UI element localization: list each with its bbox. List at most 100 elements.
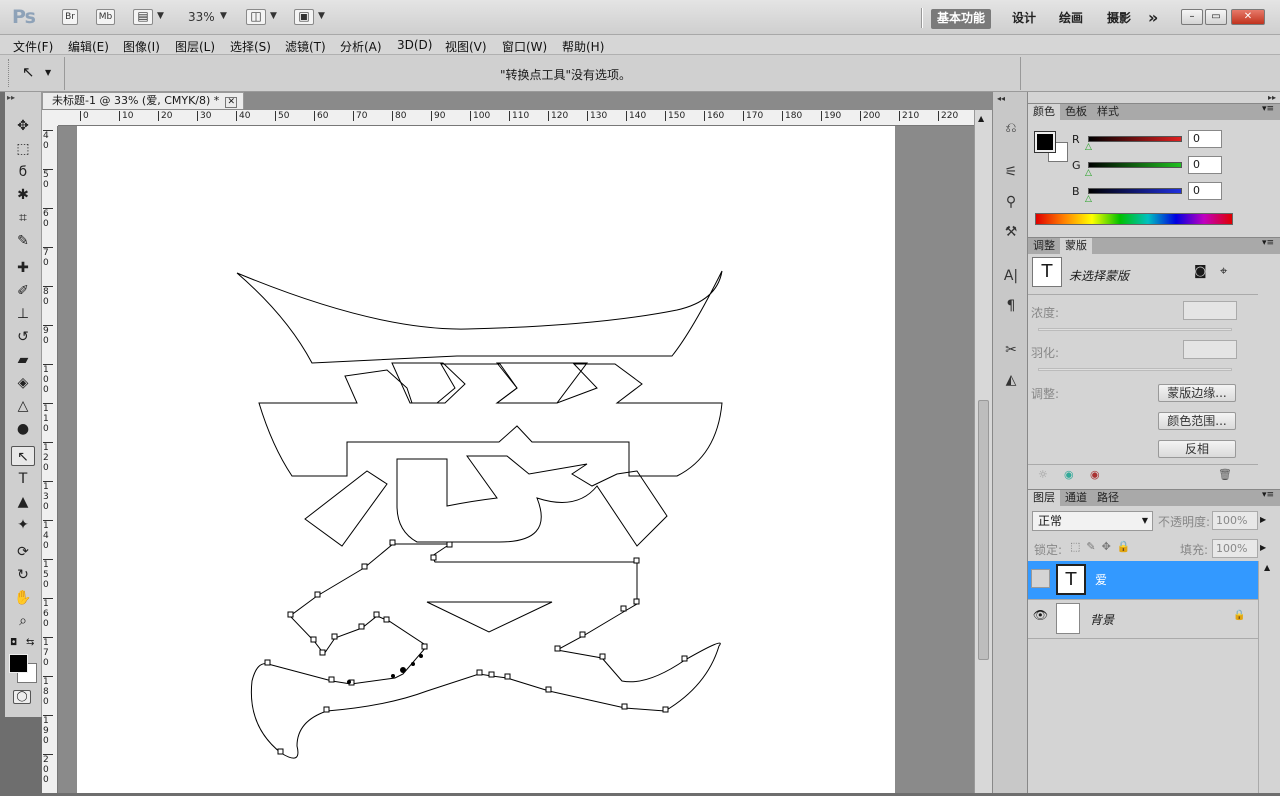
layer-row-background[interactable]: 👁 背景 🔒 — [1028, 600, 1258, 639]
fill-input[interactable]: 100% — [1212, 539, 1258, 558]
swap-colors-icon[interactable]: ⇆ — [26, 637, 34, 648]
arrange-documents-icon[interactable]: ◫ — [246, 9, 266, 25]
menu-layer[interactable]: 图层(L) — [175, 38, 215, 55]
layer-name[interactable]: 爱 — [1095, 571, 1107, 588]
density-slider[interactable] — [1038, 328, 1232, 331]
slider-handle-icon[interactable]: △ — [1085, 194, 1092, 204]
paint-bucket-tool-icon[interactable]: ◈ — [11, 373, 35, 393]
collapse-panels-icon[interactable]: ▸▸ — [1268, 93, 1276, 102]
quick-mask-icon[interactable]: ◯ — [13, 690, 31, 704]
vertical-ruler[interactable]: 40 50 60 70 80 90 100 110 120 130 140 150 160 170 180 1… — [42, 126, 58, 793]
eye-icon[interactable]: 👁 — [1031, 608, 1050, 627]
blend-mode-select[interactable]: 正常 ▼ — [1032, 511, 1153, 531]
history-panel-icon[interactable]: ⎌ — [1001, 118, 1021, 138]
menu-filter[interactable]: 滤镜(T) — [285, 38, 326, 55]
grip[interactable] — [8, 59, 10, 87]
layer-name[interactable]: 背景 — [1090, 611, 1114, 628]
view-extras-icon[interactable]: ▤ — [133, 9, 153, 25]
color-spectrum[interactable] — [1035, 213, 1233, 225]
blur-tool-icon[interactable]: △ — [11, 396, 35, 416]
chevron-down-icon[interactable]: ▼ — [45, 68, 51, 77]
collapse-dock-icon[interactable]: ◂◂ — [997, 94, 1005, 103]
zoom-tool-icon[interactable]: ⌕ — [11, 611, 35, 631]
crop-tool-icon[interactable]: ⌗ — [11, 208, 35, 228]
mask-edge-button[interactable]: 蒙版边缘... — [1158, 384, 1236, 402]
dodge-tool-icon[interactable]: ● — [11, 419, 35, 439]
chevron-down-icon[interactable]: ▼ — [270, 11, 277, 21]
vertical-scrollbar[interactable]: ▲ — [974, 110, 992, 793]
eyedropper-tool-icon[interactable]: ✎ — [11, 231, 35, 251]
opacity-input[interactable]: 100% — [1212, 511, 1258, 530]
menu-3d[interactable]: 3D(D) — [397, 38, 432, 52]
chevron-right-icon[interactable]: ▶ — [1260, 543, 1266, 552]
layers-scrollbar[interactable]: ▲ — [1258, 561, 1280, 793]
panel-menu-icon[interactable]: ▾≡ — [1262, 238, 1274, 248]
marquee-tool-icon[interactable]: ⬚ — [11, 139, 35, 159]
horizontal-ruler[interactable]: 0 10 20 30 40 50 60 70 80 90 100 110 120 130 140 150 160… — [58, 110, 974, 126]
type-tool-icon[interactable]: T — [11, 469, 35, 489]
workspace-photography[interactable]: 摄影 — [1107, 9, 1131, 29]
pixel-mask-icon[interactable]: ◙ — [1194, 264, 1207, 279]
disable-mask-icon[interactable]: ◉ — [1090, 468, 1100, 481]
default-colors-icon[interactable]: ◘ — [10, 638, 17, 648]
3d-orbit-tool-icon[interactable]: ↻ — [11, 565, 35, 585]
load-selection-icon[interactable]: ☼ — [1038, 468, 1048, 481]
more-workspaces-icon[interactable]: » — [1148, 9, 1158, 29]
feather-slider[interactable] — [1038, 368, 1232, 371]
menu-edit[interactable]: 编辑(E) — [68, 38, 109, 55]
foreground-color-swatch[interactable] — [9, 654, 28, 673]
mini-bridge-button[interactable]: Mb — [96, 9, 115, 25]
brush-tool-icon[interactable]: ✐ — [11, 281, 35, 301]
tab-channels[interactable]: 通道 — [1060, 490, 1092, 506]
color-range-button[interactable]: 颜色范围... — [1158, 412, 1236, 430]
tools-3d-icon[interactable]: ✂ — [1001, 340, 1021, 360]
close-tab-icon[interactable]: ✕ — [225, 97, 238, 108]
menu-window[interactable]: 窗口(W) — [502, 38, 547, 55]
scroll-thumb[interactable] — [978, 400, 989, 660]
custom-shape-tool-icon[interactable]: ✦ — [11, 515, 35, 535]
channel-value-input[interactable]: 0 — [1188, 156, 1222, 174]
bridge-button[interactable]: Br — [62, 9, 78, 25]
tab-swatches[interactable]: 色板 — [1060, 104, 1092, 120]
scroll-up-icon[interactable]: ▲ — [1264, 563, 1270, 572]
chevron-right-icon[interactable]: ▶ — [1260, 515, 1266, 524]
menu-select[interactable]: 选择(S) — [230, 38, 271, 55]
workspace-essentials[interactable]: 基本功能 — [931, 9, 992, 29]
quick-select-tool-icon[interactable]: ✱ — [11, 185, 35, 205]
screen-mode-icon[interactable]: ▣ — [294, 9, 314, 25]
slider-handle-icon[interactable]: △ — [1085, 142, 1092, 152]
panel-menu-icon[interactable]: ▾≡ — [1262, 104, 1274, 114]
invert-button[interactable]: 反相 — [1158, 440, 1236, 458]
menu-image[interactable]: 图像(I) — [123, 38, 160, 55]
menu-view[interactable]: 视图(V) — [445, 38, 487, 55]
zoom-level[interactable]: 33% — [188, 10, 215, 24]
foreground-color-swatch[interactable] — [1034, 131, 1056, 153]
tab-paths[interactable]: 路径 — [1092, 490, 1124, 506]
panel-menu-icon[interactable]: ▾≡ — [1262, 490, 1274, 500]
menu-file[interactable]: 文件(F) — [13, 38, 53, 55]
chevron-down-icon[interactable]: ▼ — [157, 11, 164, 21]
brush-presets-icon[interactable]: ⚟ — [1001, 162, 1021, 182]
apply-mask-icon[interactable]: ◉ — [1064, 468, 1074, 481]
tab-color[interactable]: 颜色 — [1028, 104, 1060, 120]
channel-ramp[interactable] — [1088, 136, 1182, 142]
clone-source-icon[interactable]: ⚲ — [1001, 192, 1021, 212]
vector-mask-icon[interactable]: ⌖ — [1220, 264, 1227, 279]
feather-input[interactable] — [1183, 340, 1237, 359]
density-input[interactable] — [1183, 301, 1237, 320]
character-panel-icon[interactable]: A| — [1001, 266, 1021, 286]
chevron-down-icon[interactable]: ▼ — [318, 11, 325, 21]
visibility-toggle[interactable] — [1031, 569, 1050, 588]
tab-layers[interactable]: 图层 — [1028, 490, 1060, 506]
delete-mask-icon[interactable]: 🗑 — [1218, 468, 1232, 481]
path-selection-tool-icon[interactable]: ▲ — [11, 492, 35, 512]
3d-rotate-tool-icon[interactable]: ⟳ — [11, 542, 35, 562]
move-tool-icon[interactable]: ✥ — [11, 116, 35, 136]
maximize-button[interactable]: ▭ — [1205, 9, 1227, 25]
collapse-icon[interactable]: ▸▸ — [7, 93, 15, 102]
lock-icons[interactable]: ⬚✎✥🔒 — [1070, 540, 1137, 553]
channel-ramp[interactable] — [1088, 162, 1182, 168]
workspace-design[interactable]: 设计 — [1012, 9, 1036, 29]
tool-presets-icon[interactable]: ⚒ — [1001, 222, 1021, 242]
lasso-tool-icon[interactable]: ϭ — [11, 162, 35, 182]
